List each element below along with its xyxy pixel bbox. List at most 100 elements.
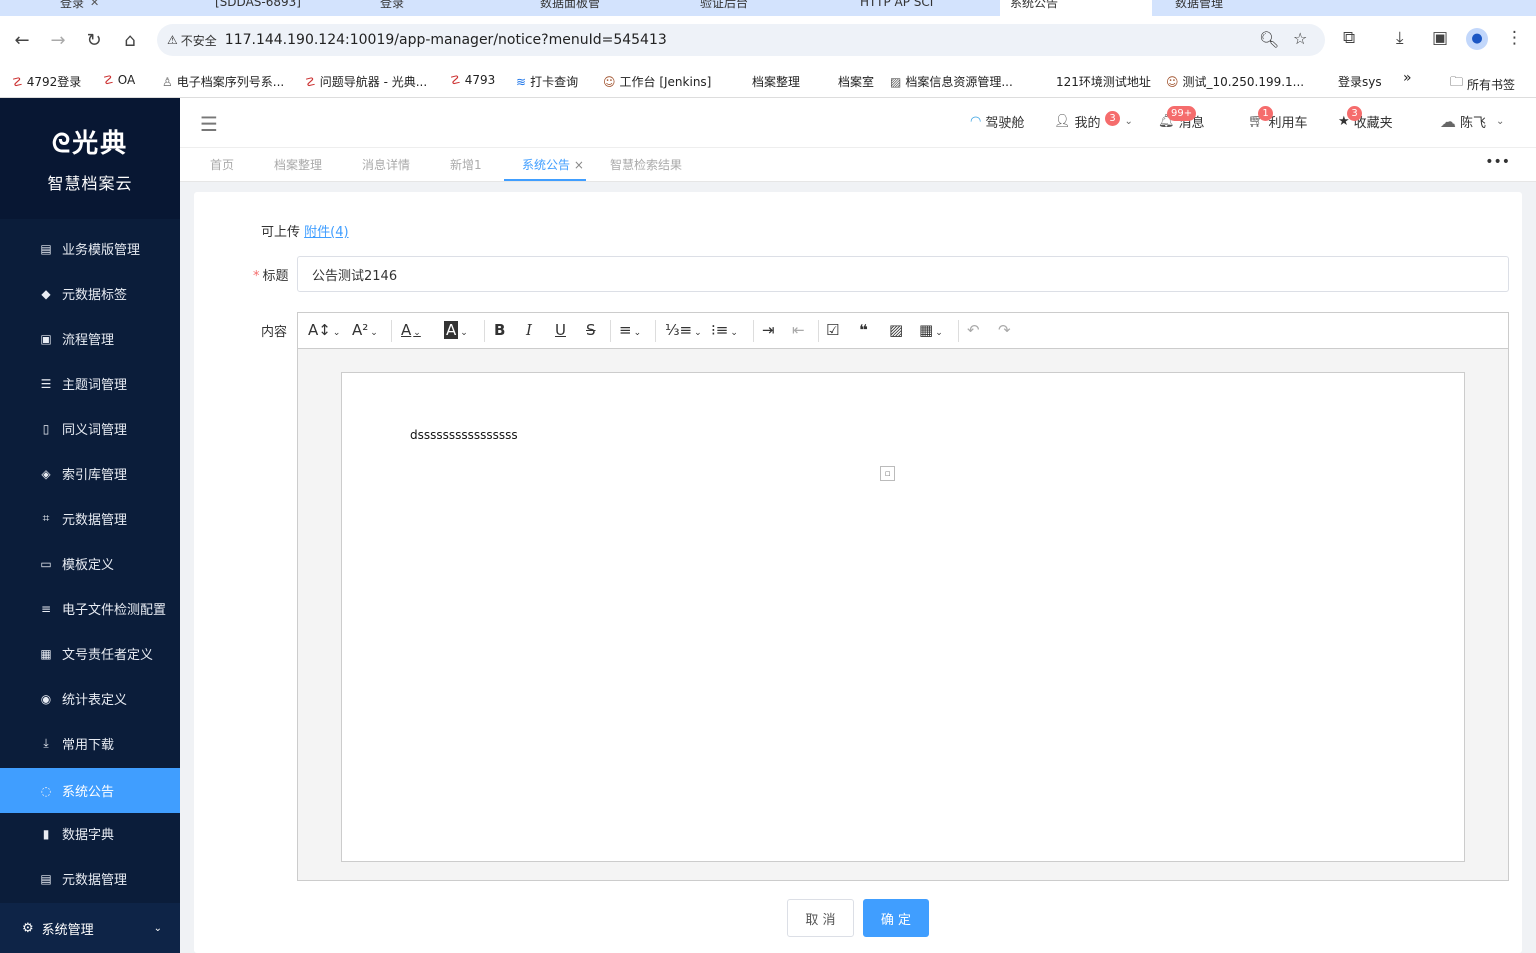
browser-tab[interactable]: [SDDAS-6893] — [205, 0, 311, 16]
redo-icon[interactable]: ↷ — [998, 321, 1011, 339]
system-management-menu[interactable]: ⚙ 系统管理 ⌄ — [0, 903, 180, 953]
mine-menu[interactable]: 👤︎ 我的 ⌄ — [1054, 112, 1133, 131]
security-warning[interactable]: ⚠ 不安全 — [167, 32, 217, 49]
home-icon[interactable]: ⌂ — [112, 22, 148, 58]
sidebar-item[interactable]: ▤ 业务模版管理 — [0, 226, 180, 271]
tab-home[interactable]: 首页 — [210, 156, 234, 173]
browser-tab-active[interactable]: 系统公告 — [1000, 0, 1152, 16]
bookmark[interactable]: 121环境测试地址 — [1056, 73, 1151, 90]
sliders-icon: ≡ — [40, 601, 52, 616]
browser-tab[interactable]: 验证后台 — [690, 0, 758, 16]
bookmark[interactable]: ☡ OA — [103, 73, 135, 87]
background-color-icon[interactable]: A ⌄ — [444, 321, 468, 339]
italic-icon[interactable]: I — [526, 321, 532, 339]
user-menu[interactable]: ☁ 陈飞 ⌄ — [1440, 112, 1504, 131]
browser-tab-label: 系统公告 — [1010, 0, 1059, 10]
back-icon[interactable]: ← — [4, 22, 40, 58]
cancel-button[interactable]: 取 消 — [787, 899, 854, 937]
close-icon[interactable]: ✕ — [90, 0, 99, 9]
table-icon[interactable]: ▦ ⌄ — [919, 321, 943, 339]
browser-tab[interactable]: HTTP AP SCI — [850, 0, 943, 16]
tab-search-results[interactable]: 智慧检索结果 — [610, 156, 682, 173]
bookmark[interactable]: 档案整理 — [752, 73, 800, 90]
confirm-button[interactable]: 确 定 — [863, 899, 929, 937]
undo-icon[interactable]: ↶ — [967, 321, 980, 339]
star-icon[interactable]: ☆ — [1293, 29, 1307, 48]
tab-new[interactable]: 新增1 — [450, 156, 482, 173]
profile-avatar[interactable]: ● — [1466, 28, 1488, 50]
editor-page[interactable]: dssssssssssssssss ▫ — [341, 372, 1465, 862]
bookmark[interactable]: ≋ 打卡查询 — [516, 73, 578, 90]
broken-image-icon[interactable]: ▫ — [880, 466, 895, 481]
sidebar-item[interactable]: ⤓ 常用下载 — [0, 721, 180, 766]
all-bookmarks[interactable]: 🗀 所有书签 — [1450, 73, 1515, 95]
bookmark[interactable]: ☡ 4793 — [450, 73, 495, 87]
reload-icon[interactable]: ↻ — [76, 22, 112, 58]
strikethrough-icon[interactable]: S — [586, 321, 596, 339]
tab-system-notice[interactable]: 系统公告 × — [522, 156, 584, 173]
editor-text[interactable]: dssssssssssssssss — [410, 428, 518, 442]
template-icon: ▤ — [40, 241, 52, 256]
sidebar-item[interactable]: ▯ 同义词管理 — [0, 406, 180, 451]
cockpit-link[interactable]: ◠ 驾驶舱 — [970, 112, 1024, 131]
more-icon[interactable]: ••• — [1485, 154, 1510, 170]
bookmark-label: 打卡查询 — [530, 75, 579, 89]
cart-link[interactable]: 🛒︎ 利用车 — [1248, 112, 1308, 131]
browser-tab[interactable]: 数据管理 — [1165, 0, 1233, 16]
bookmark[interactable]: ☡ 4792登录 — [12, 73, 81, 90]
sidebar-item[interactable]: ◉ 统计表定义 — [0, 676, 180, 721]
sidepanel-icon[interactable]: ▣ — [1432, 28, 1448, 48]
tab-message-detail[interactable]: 消息详情 — [362, 156, 410, 173]
sidebar-item[interactable]: ▮ 数据字典 — [0, 811, 180, 856]
sidebar-item[interactable]: ≡ 电子文件检测配置 — [0, 586, 180, 631]
sidebar-item[interactable]: ⌗ 元数据管理 — [0, 496, 180, 541]
font-size-icon[interactable]: A↕ ⌄ — [308, 321, 340, 339]
bookmark[interactable]: ▨ 档案信息资源管理... — [890, 73, 1013, 90]
bookmark[interactable]: ♙ 电子档案序列号系... — [162, 73, 284, 90]
checklist-icon[interactable]: ☑ — [826, 321, 839, 339]
sidebar-item[interactable]: ▣ 流程管理 — [0, 316, 180, 361]
tab-archive-organize[interactable]: 档案整理 — [274, 156, 322, 173]
sidebar-item[interactable]: ◆ 元数据标签 — [0, 271, 180, 316]
bookmark[interactable]: 登录sys — [1338, 73, 1382, 90]
hamburger-icon[interactable]: ☰ — [200, 112, 218, 136]
sidebar-item[interactable]: ▭ 模板定义 — [0, 541, 180, 586]
quote-icon[interactable]: ❝ — [859, 321, 868, 339]
url-bar[interactable]: ⚠ 不安全 117.144.190.124:10019/app-manager/n… — [157, 24, 1325, 56]
sidebar-item-label: 元数据管理 — [62, 513, 128, 528]
sidebar-item[interactable]: ◈ 索引库管理 — [0, 451, 180, 496]
bullet-list-icon[interactable]: ⁝≡ ⌄ — [711, 321, 738, 339]
line-height-icon[interactable]: A² ⌄ — [352, 321, 378, 339]
browser-tab[interactable]: 数据面板管 — [530, 0, 610, 16]
bold-icon[interactable]: B — [494, 321, 505, 339]
image-icon[interactable]: ▨ — [889, 321, 903, 339]
bookmark[interactable]: 档案室 — [838, 73, 874, 90]
title-input[interactable] — [297, 256, 1509, 292]
download-icon[interactable]: ⤓ — [1396, 28, 1404, 48]
browser-tab[interactable]: 登录 ✕ — [50, 0, 109, 16]
menu-kebab-icon[interactable]: ⋮ — [1506, 28, 1523, 48]
browser-tab[interactable]: 登录 — [370, 0, 414, 16]
underline-icon[interactable]: U — [555, 321, 566, 339]
sidebar-item[interactable]: ☰ 主题词管理 — [0, 361, 180, 406]
indent-icon[interactable]: ⇥ — [762, 321, 775, 339]
forward-icon[interactable]: → — [40, 22, 76, 58]
sidebar-item[interactable]: ▦ 文号责任者定义 — [0, 631, 180, 676]
browser-tab-label: 数据管理 — [1175, 0, 1224, 10]
bookmark[interactable]: ☡ 问题导航器 - 光典... — [305, 73, 427, 90]
sidebar-item-active[interactable]: ◌ 系统公告 — [0, 768, 180, 813]
outdent-icon[interactable]: ⇤ — [792, 321, 805, 339]
zoom-icon[interactable]: 🔍︎ — [1259, 30, 1279, 49]
align-icon[interactable]: ≡ ⌄ — [619, 321, 641, 339]
url-text[interactable]: 117.144.190.124:10019/app-manager/notice… — [225, 32, 667, 48]
ordered-list-icon[interactable]: ⅓≡ ⌄ — [665, 321, 702, 339]
bookmark[interactable]: ☺ 工作台 [Jenkins] — [603, 73, 711, 90]
sidebar-item-label: 数据字典 — [62, 828, 115, 843]
extensions-icon[interactable]: ⧉ — [1343, 28, 1355, 48]
more-bookmarks-button[interactable]: » — [1403, 70, 1412, 86]
attachment-link[interactable]: 附件(4) — [304, 225, 348, 240]
font-color-icon[interactable]: A ⌄ — [401, 321, 421, 339]
sidebar-item[interactable]: ▤ 元数据管理 — [0, 856, 180, 901]
close-icon[interactable]: × — [574, 158, 584, 172]
bookmark[interactable]: ☺ 测试_10.250.199.1... — [1166, 73, 1304, 90]
